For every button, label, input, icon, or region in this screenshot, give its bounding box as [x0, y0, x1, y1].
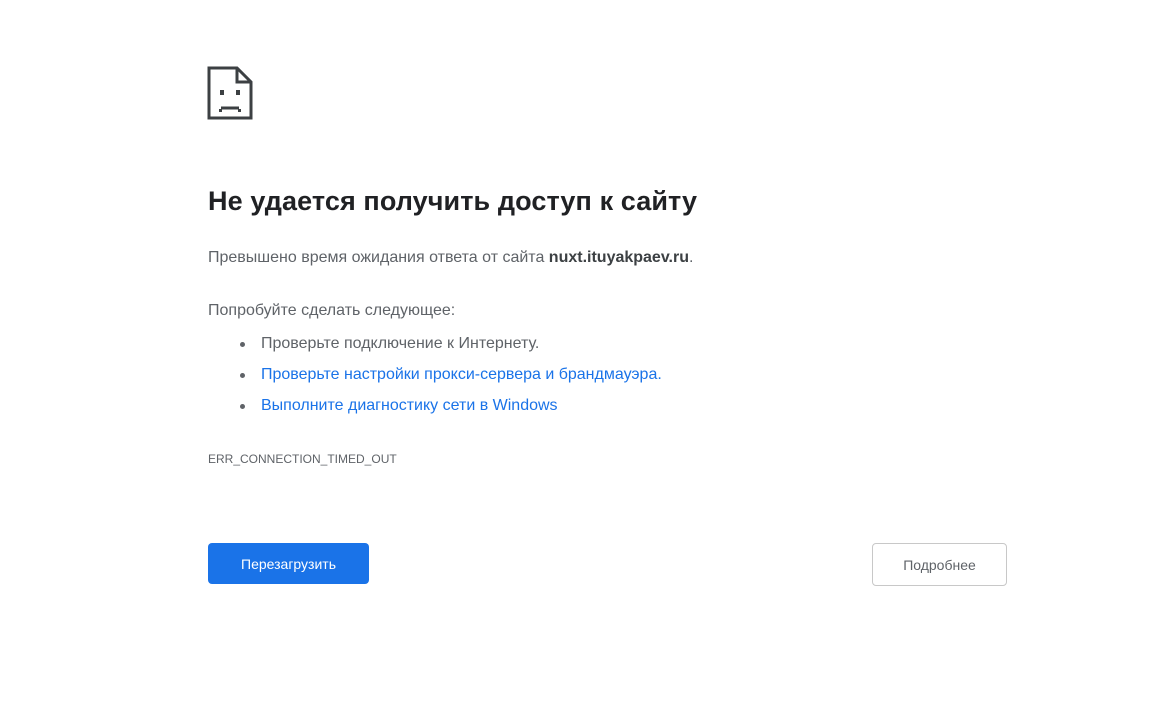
- error-title: Не удается получить доступ к сайту: [208, 186, 698, 216]
- bullet-icon: [240, 342, 245, 347]
- reload-button[interactable]: Перезагрузить: [208, 543, 369, 584]
- suggestion-item-proxy-firewall: Проверьте настройки прокси-сервера и бра…: [208, 364, 662, 395]
- suggestions-heading: Попробуйте сделать следующее:: [208, 302, 456, 319]
- error-host: nuxt.ituyakpaev.ru: [548, 249, 689, 266]
- error-summary-text: Превышено время ожидания ответа от сайта: [208, 249, 549, 266]
- sad-page-icon: [207, 66, 253, 120]
- error-code: ERR_CONNECTION_TIMED_OUT: [208, 452, 397, 466]
- suggestions-list: Проверьте подключение к Интернету. Прове…: [208, 333, 662, 426]
- error-summary: Превышено время ожидания ответа от сайта…: [208, 249, 693, 267]
- bullet-icon: [240, 404, 245, 409]
- suggestion-check-connection: Проверьте подключение к Интернету.: [261, 335, 540, 352]
- error-summary-suffix: .: [688, 249, 694, 266]
- suggestion-item-network-diagnostics: Выполните диагностику сети в Windows: [208, 395, 662, 426]
- bullet-icon: [240, 373, 245, 378]
- proxy-firewall-link[interactable]: Проверьте настройки прокси-сервера и бра…: [261, 366, 662, 383]
- suggestion-item-check-connection: Проверьте подключение к Интернету.: [208, 333, 662, 364]
- network-diagnostics-link[interactable]: Выполните диагностику сети в Windows: [261, 397, 558, 414]
- details-button[interactable]: Подробнее: [872, 543, 1007, 586]
